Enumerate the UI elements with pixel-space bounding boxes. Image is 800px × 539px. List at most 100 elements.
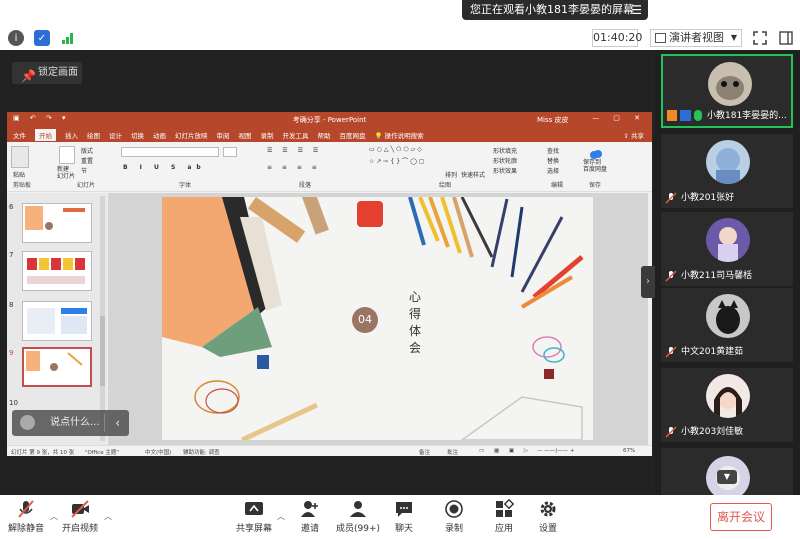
window-controls[interactable]: — ▢ ✕ — [592, 114, 646, 122]
participant-tile[interactable]: 小教211司马馨栝 — [661, 212, 793, 286]
tab-file[interactable]: 文件 — [13, 130, 26, 140]
participant-name: 小教203刘佳敏 — [681, 427, 744, 437]
chat-icon — [394, 499, 414, 519]
current-slide[interactable]: 04 心得体会 — [162, 197, 593, 440]
chat-button[interactable]: 聊天 — [394, 499, 414, 534]
tab-review[interactable]: 审阅 — [217, 130, 230, 140]
new-slide-icon[interactable] — [59, 146, 75, 164]
tab-animations[interactable]: 动画 — [153, 130, 166, 140]
ppt-share-button[interactable]: ⇪ 共享 — [623, 130, 644, 140]
shape-fill-button[interactable]: 形状填充 — [493, 146, 517, 155]
status-accessibility[interactable]: 辅助功能: 调查 — [183, 448, 220, 456]
participant-name: 小教211司马馨栝 — [681, 271, 753, 281]
slide-thumbnail-8[interactable] — [22, 301, 92, 341]
thumbnail-scrollbar[interactable] — [100, 196, 105, 441]
tab-slideshow[interactable]: 幻灯片放映 — [175, 130, 208, 140]
status-slide-info: 幻灯片 第 9 张，共 10 张 — [11, 450, 75, 456]
group-slides: 幻灯片 — [77, 182, 96, 189]
signal-icon[interactable] — [60, 30, 76, 46]
replace-button[interactable]: 替换 — [547, 156, 559, 165]
tab-developer[interactable]: 开发工具 — [283, 130, 309, 140]
info-icon[interactable]: i — [8, 30, 24, 46]
status-language[interactable]: 中文(中国) — [145, 448, 171, 456]
avatar — [706, 218, 750, 262]
shapes-gallery[interactable]: ▭○△╲⬠⬡▱◇ — [369, 146, 424, 153]
tab-baidu[interactable]: 百度网盘 — [340, 130, 366, 140]
start-video-button[interactable]: 开启视频 — [62, 499, 98, 534]
slide-thumbnail-9[interactable] — [22, 347, 92, 387]
tab-home[interactable]: 开始 — [35, 129, 56, 141]
shield-icon[interactable]: ✓ — [34, 30, 50, 46]
status-zoom[interactable]: 67% — [623, 448, 635, 454]
tab-insert[interactable]: 插入 — [65, 130, 78, 140]
section-number-badge: 04 — [352, 307, 378, 333]
slide-editor: 04 心得体会 — [108, 193, 648, 445]
participant-tile[interactable]: 中文201黄建茹 — [661, 288, 793, 362]
participant-name: 小教201张好 — [681, 193, 735, 203]
apps-button[interactable]: 应用 — [494, 498, 515, 534]
lock-screen-button[interactable]: 📌 锁定画面 — [12, 62, 82, 84]
tab-help[interactable]: 帮助 — [318, 130, 331, 140]
find-button[interactable]: 查找 — [547, 146, 559, 155]
audio-options-chevron[interactable]: ︿ — [50, 511, 58, 522]
reset-button[interactable]: 重置 — [81, 156, 93, 165]
view-mode-dropdown[interactable]: 演讲者视图 ▼ — [650, 29, 742, 47]
video-options-chevron[interactable]: ︿ — [104, 511, 112, 522]
participant-tile[interactable]: 小教181李晏晏的... — [661, 54, 793, 128]
slide-thumbnails: 6 7 8 9 10 — [7, 193, 107, 446]
collapse-sidebar-button[interactable]: › — [641, 266, 655, 298]
font-size-select[interactable] — [223, 147, 237, 157]
slide-thumbnail-7[interactable] — [22, 251, 92, 291]
mic-muted-icon — [16, 499, 36, 519]
leave-meeting-button[interactable]: 离开会议 — [710, 503, 772, 531]
slide-number: 6 — [9, 203, 14, 211]
tell-me-search[interactable]: 💡 操作说明搜索 — [375, 130, 424, 140]
share-screen-button[interactable]: 共享屏幕 — [236, 499, 272, 534]
scroll-thumb[interactable] — [100, 316, 105, 386]
menu-icon[interactable]: ☰ — [631, 0, 642, 20]
participant-tile[interactable]: 小教201张好 — [661, 134, 793, 208]
baidu-cloud-icon[interactable] — [589, 145, 603, 159]
slide-thumbnail-6[interactable] — [22, 203, 92, 243]
arrange-button[interactable]: 排列 — [445, 170, 457, 179]
unmute-button[interactable]: 解除静音 — [8, 499, 44, 534]
section-button[interactable]: 节 — [81, 166, 87, 175]
tab-view[interactable]: 视图 — [239, 130, 252, 140]
zoom-slider[interactable]: — ——|—— + — [537, 448, 574, 454]
chevron-left-icon[interactable]: ‹ — [115, 410, 120, 436]
ppt-user[interactable]: Miss 皮皮 — [537, 115, 569, 125]
view-mode-label: 演讲者视图 — [669, 31, 724, 44]
font-format-buttons[interactable]: B I U S ab — [123, 164, 206, 171]
select-button[interactable]: 选择 — [547, 166, 559, 175]
align-buttons[interactable]: ≡ ≡ ≡ ≡ — [267, 164, 321, 171]
tab-transitions[interactable]: 切换 — [131, 130, 144, 140]
shape-effects-button[interactable]: 形状效果 — [493, 166, 517, 175]
camera-off-icon — [70, 499, 90, 519]
record-button[interactable]: 录制 — [444, 499, 464, 534]
members-button[interactable]: 成员(99+) — [336, 499, 380, 534]
chevron-down-icon[interactable]: ▼ — [717, 470, 737, 484]
font-name-select[interactable] — [121, 147, 219, 157]
fullscreen-icon[interactable] — [752, 30, 768, 46]
tab-draw[interactable]: 绘图 — [87, 130, 100, 140]
tab-record[interactable]: 录制 — [261, 130, 274, 140]
shapes-gallery-2[interactable]: ☆↗⇨{}⌒◯▢ — [369, 156, 426, 165]
paste-icon[interactable] — [11, 146, 29, 168]
participant-tile[interactable]: ▼ — [661, 448, 793, 500]
chat-quick-input[interactable]: 说点什么... ‹ — [12, 410, 129, 436]
share-options-chevron[interactable]: ︿ — [277, 511, 285, 522]
shape-outline-button[interactable]: 形状轮廓 — [493, 156, 517, 165]
quick-styles-button[interactable]: 快速样式 — [461, 170, 485, 179]
meeting-timer: 01:40:20 — [592, 29, 642, 47]
group-editing: 编辑 — [551, 182, 564, 189]
settings-button[interactable]: 设置 — [538, 499, 558, 534]
layout-button[interactable]: 版式 — [81, 146, 93, 155]
status-comments[interactable]: 批注 — [447, 448, 458, 456]
layout-icon[interactable] — [778, 30, 794, 46]
status-notes[interactable]: 备注 — [419, 448, 430, 456]
invite-button[interactable]: 邀请 — [300, 499, 320, 534]
paragraph-buttons[interactable]: ☰ ☰ ☰ ☰ — [267, 147, 322, 154]
tab-design[interactable]: 设计 — [109, 130, 122, 140]
view-buttons[interactable]: ▭ ▦ ▣ ▷ — [479, 448, 532, 454]
participant-tile[interactable]: 小教203刘佳敏 — [661, 368, 793, 442]
